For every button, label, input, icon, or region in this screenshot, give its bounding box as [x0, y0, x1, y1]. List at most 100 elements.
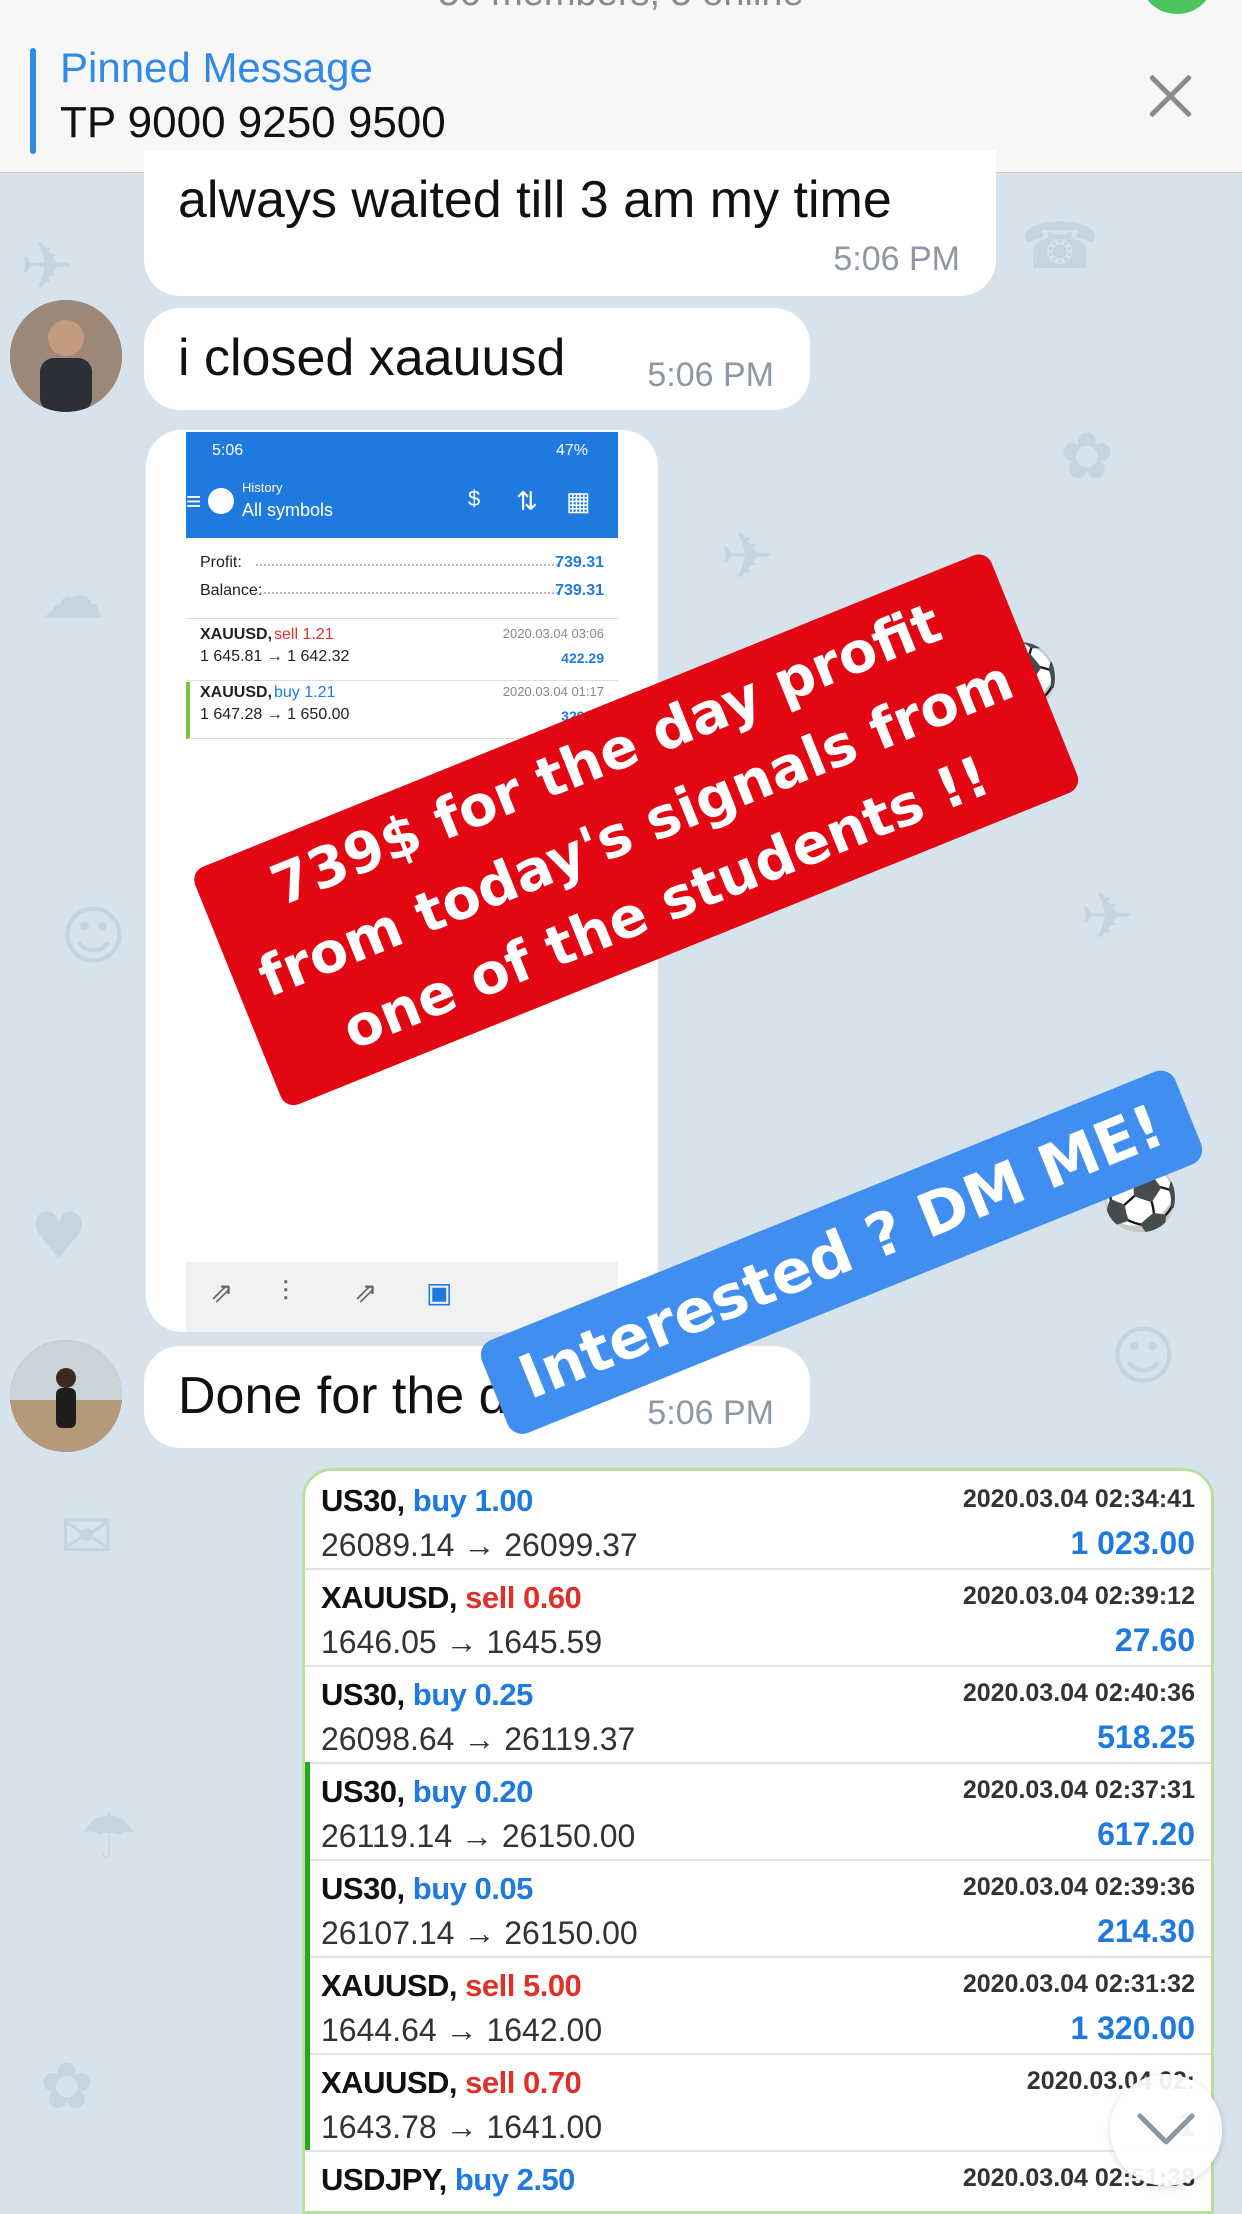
trade-symbol-name: US30, — [321, 1677, 405, 1712]
trade-profit: 1 023.00 — [1070, 1525, 1195, 1561]
trade-side: buy 2.50 — [454, 2162, 576, 2197]
trade-symbol-name: USDJPY, — [321, 2162, 447, 2197]
trade-profit: 214.30 — [1097, 1913, 1195, 1949]
trade-profit: 422.29 — [561, 650, 604, 666]
trade-side: buy 0.20 — [412, 1774, 534, 1809]
trade-symbol-name: XAUUSD, — [321, 2065, 458, 2100]
menu-icon: ≡ — [186, 486, 202, 516]
pinned-accent-bar — [30, 48, 36, 154]
app-logo-icon — [208, 488, 234, 514]
history-trade-row: XAUUSD, sell 1.21 1 645.81 → 1 642.32 20… — [186, 624, 618, 681]
app-bar: ≡ History All symbols $ ⇅ ▦ — [186, 472, 618, 538]
balance-label: Balance: — [200, 582, 263, 599]
row-accent-bar — [305, 1859, 310, 1956]
dotted-leader — [256, 592, 558, 594]
profit-value: 739.31 — [555, 554, 604, 571]
trade-symbol: US30, buy 0.20 — [321, 1774, 533, 1810]
trade-side: sell 1.21 — [274, 626, 334, 643]
trade-symbol-name: US30, — [321, 1871, 405, 1906]
trade-symbol: USDJPY, buy 2.50 — [321, 2162, 575, 2198]
table-row: USDJPY, buy 2.50 2020.03.04 02:51:38 — [305, 2150, 1211, 2211]
calendar-icon: ▦ — [566, 486, 591, 516]
table-row: XAUUSD, sell 0.70 1643.78 → 1641.00 2020.0… — [305, 2053, 1211, 2152]
symbols-label: All symbols — [242, 500, 334, 520]
trade-side: sell 5.00 — [465, 1968, 582, 2003]
trade-side: buy 1.21 — [274, 684, 336, 701]
trade-date: 2020.03.04 02:34:41 — [962, 1485, 1195, 1513]
row-accent-bar — [305, 2053, 310, 2150]
row-accent-bar — [305, 1762, 310, 1859]
trade-date: 2020.03.04 03:06 — [502, 626, 604, 641]
trade-date: 2020.03.04 02:31:32 — [962, 1970, 1195, 1998]
message-text: always waited till 3 am my time — [178, 171, 892, 229]
trade-prices: 26089.14 → 26099.37 — [321, 1527, 638, 1563]
trade-profit: 27.60 — [1114, 1622, 1195, 1658]
message-time: 5:06 PM — [833, 240, 960, 278]
trade-symbol: US30, buy 0.05 — [321, 1871, 533, 1907]
history-icon: ▣ — [426, 1277, 453, 1308]
trade-date: 2020.03.04 02:37:31 — [962, 1776, 1195, 1804]
trade-symbol: US30, buy 0.25 — [321, 1677, 533, 1713]
trade-date: 2020.03.04 02:40:36 — [962, 1679, 1195, 1707]
avatar[interactable] — [10, 1340, 122, 1452]
status-time: 5:06 — [212, 442, 244, 459]
trade-date: 2020.03.04 01:17 — [502, 684, 604, 699]
chart-icon: ⫶ — [282, 1276, 290, 1307]
trade-history-photo[interactable]: US30, buy 1.00 26089.14 → 26099.37 2020.03… — [302, 1468, 1214, 2214]
quotes-icon: ⇗ — [210, 1277, 234, 1308]
trade-symbol: XAUUSD, sell 0.70 — [321, 2065, 582, 2101]
avatar[interactable] — [10, 300, 122, 412]
table-row: US30, buy 0.20 26119.14 → 26150.00 2020.03… — [305, 1762, 1211, 1861]
trade-side: sell 0.70 — [465, 2065, 582, 2100]
profit-row: Profit: 739.31 — [186, 554, 618, 582]
message-time: 5:06 PM — [647, 1394, 774, 1432]
trade-side: buy 0.25 — [412, 1677, 534, 1712]
table-row: US30, buy 1.00 26089.14 → 26099.37 2020.03… — [305, 1471, 1211, 1570]
close-icon[interactable] — [1142, 68, 1198, 124]
trade-side: buy 0.05 — [412, 1871, 534, 1906]
trade-symbol-name: XAUUSD, — [321, 1968, 458, 2003]
sort-icon: ⇅ — [516, 486, 538, 516]
message-bubble[interactable]: always waited till 3 am my time 5:06 PM — [144, 150, 996, 296]
table-row: US30, buy 0.05 26107.14 → 26150.00 2020.03… — [305, 1859, 1211, 1958]
trade-profit: 1 320.00 — [1070, 2010, 1195, 2046]
table-row: XAUUSD, sell 5.00 1644.64 → 1642.00 2020.0… — [305, 1956, 1211, 2055]
message-time: 5:06 PM — [647, 356, 774, 394]
profit-label: Profit: — [200, 554, 242, 571]
history-label: History — [242, 480, 283, 495]
trade-symbol: XAUUSD, sell 5.00 — [321, 1968, 582, 2004]
message-bubble[interactable]: i closed xaauusd 5:06 PM — [144, 308, 810, 410]
balance-row: Balance: 739.31 — [186, 582, 618, 610]
trade-prices: 26119.14 → 26150.00 — [321, 1818, 636, 1854]
status-bar: 5:06 47% — [186, 432, 618, 472]
trade-symbol: XAUUSD, — [200, 684, 273, 701]
message-bubble[interactable]: Done for the day 5:06 PM — [144, 1346, 810, 1448]
scroll-down-button[interactable] — [1110, 2074, 1222, 2186]
trade-symbol-name: US30, — [321, 1483, 405, 1518]
trade-profit: 617.20 — [1097, 1816, 1195, 1852]
trade-prices: 1644.64 → 1642.00 — [321, 2012, 603, 2048]
trade-symbol: US30, buy 1.00 — [321, 1483, 533, 1519]
trade-prices: 1646.05 → 1645.59 — [321, 1624, 603, 1660]
status-battery: 47% — [555, 442, 588, 459]
trade-prices: 26098.64 → 26119.37 — [321, 1721, 636, 1757]
trade-date: 2020.03.04 02:39:36 — [962, 1873, 1195, 1901]
trade-symbol: XAUUSD, sell 0.60 — [321, 1580, 582, 1616]
trade-side: buy 1.00 — [412, 1483, 534, 1518]
trade-prices: 1643.78 → 1641.00 — [321, 2109, 603, 2145]
trade-side: sell 0.60 — [465, 1580, 582, 1615]
trade-symbol-name: XAUUSD, — [321, 1580, 458, 1615]
trade-symbol-name: US30, — [321, 1774, 405, 1809]
row-accent-bar — [305, 1956, 310, 2053]
chevron-down-icon — [1137, 2113, 1195, 2145]
table-row: US30, buy 0.25 26098.64 → 26119.37 2020.03… — [305, 1665, 1211, 1764]
trade-symbol: XAUUSD, — [200, 626, 273, 643]
chat-subtitle: 56 members, 5 online — [0, 0, 1242, 15]
message-text: i closed xaauusd — [178, 329, 566, 387]
currency-icon: $ — [468, 486, 481, 511]
table-row: XAUUSD, sell 0.60 1646.05 → 1645.59 2020.0… — [305, 1568, 1211, 1667]
trade-prices: 26107.14 → 26150.00 — [321, 1915, 638, 1951]
trade-icon: ⇗ — [354, 1277, 378, 1308]
chat-header[interactable]: 56 members, 5 online — [0, 0, 1242, 27]
divider — [186, 618, 618, 619]
